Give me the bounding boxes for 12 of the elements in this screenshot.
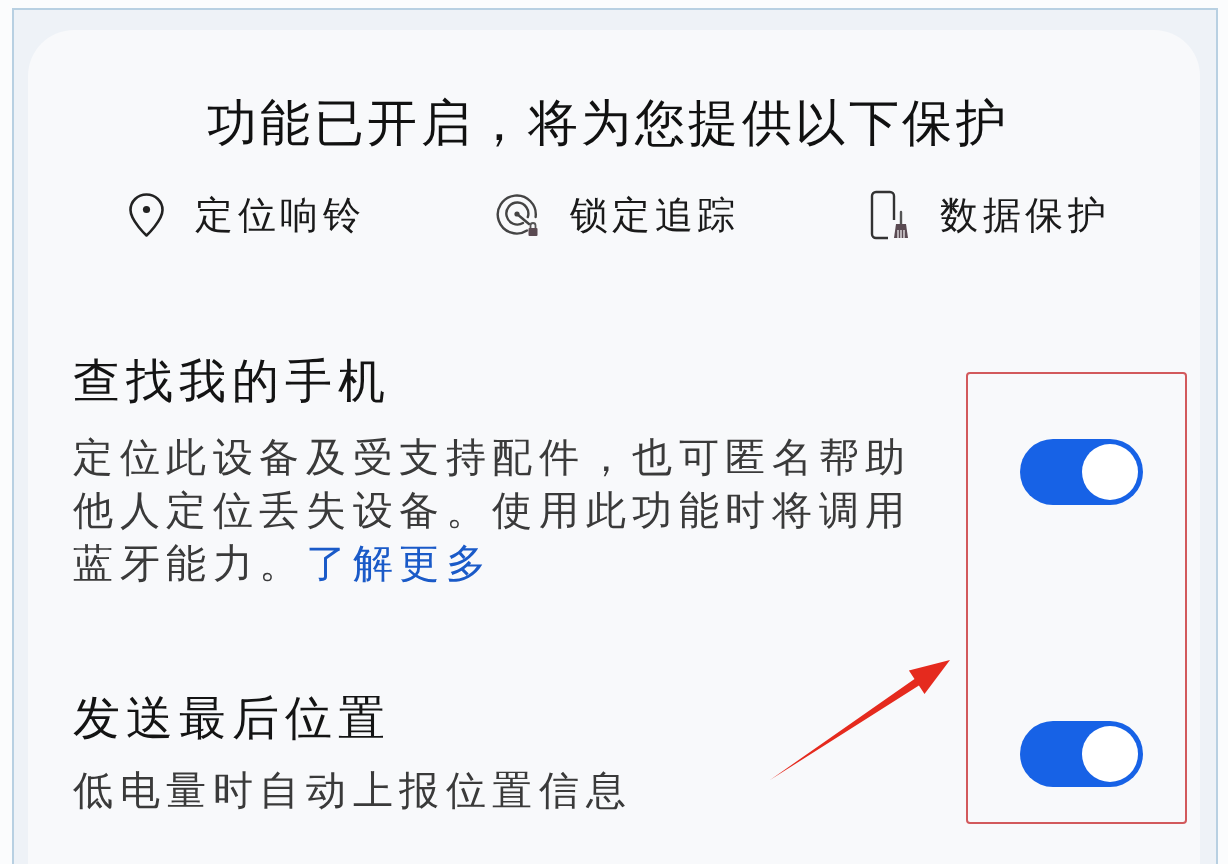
setting-description: 定位此设备及受支持配件，也可匿名帮助他人定位丢失设备。使用此功能时将调用蓝牙能力。了解更多	[73, 434, 913, 587]
feature-label: 定位响铃	[195, 193, 365, 238]
feature-label: 数据保护	[940, 193, 1110, 238]
phone-brush-icon	[870, 190, 910, 240]
page-title: 功能已开启，将为您提供以下保护	[205, 94, 1011, 153]
setting-title: 查找我的手机	[73, 353, 392, 409]
setting-title: 发送最后位置	[73, 690, 392, 746]
location-pin-icon	[128, 192, 165, 238]
feature-label: 锁定追踪	[569, 193, 740, 238]
setting-description: 低电量时自动上报位置信息	[73, 767, 634, 814]
learn-more-link[interactable]: 了解更多	[306, 541, 493, 585]
radar-icon	[495, 193, 540, 237]
